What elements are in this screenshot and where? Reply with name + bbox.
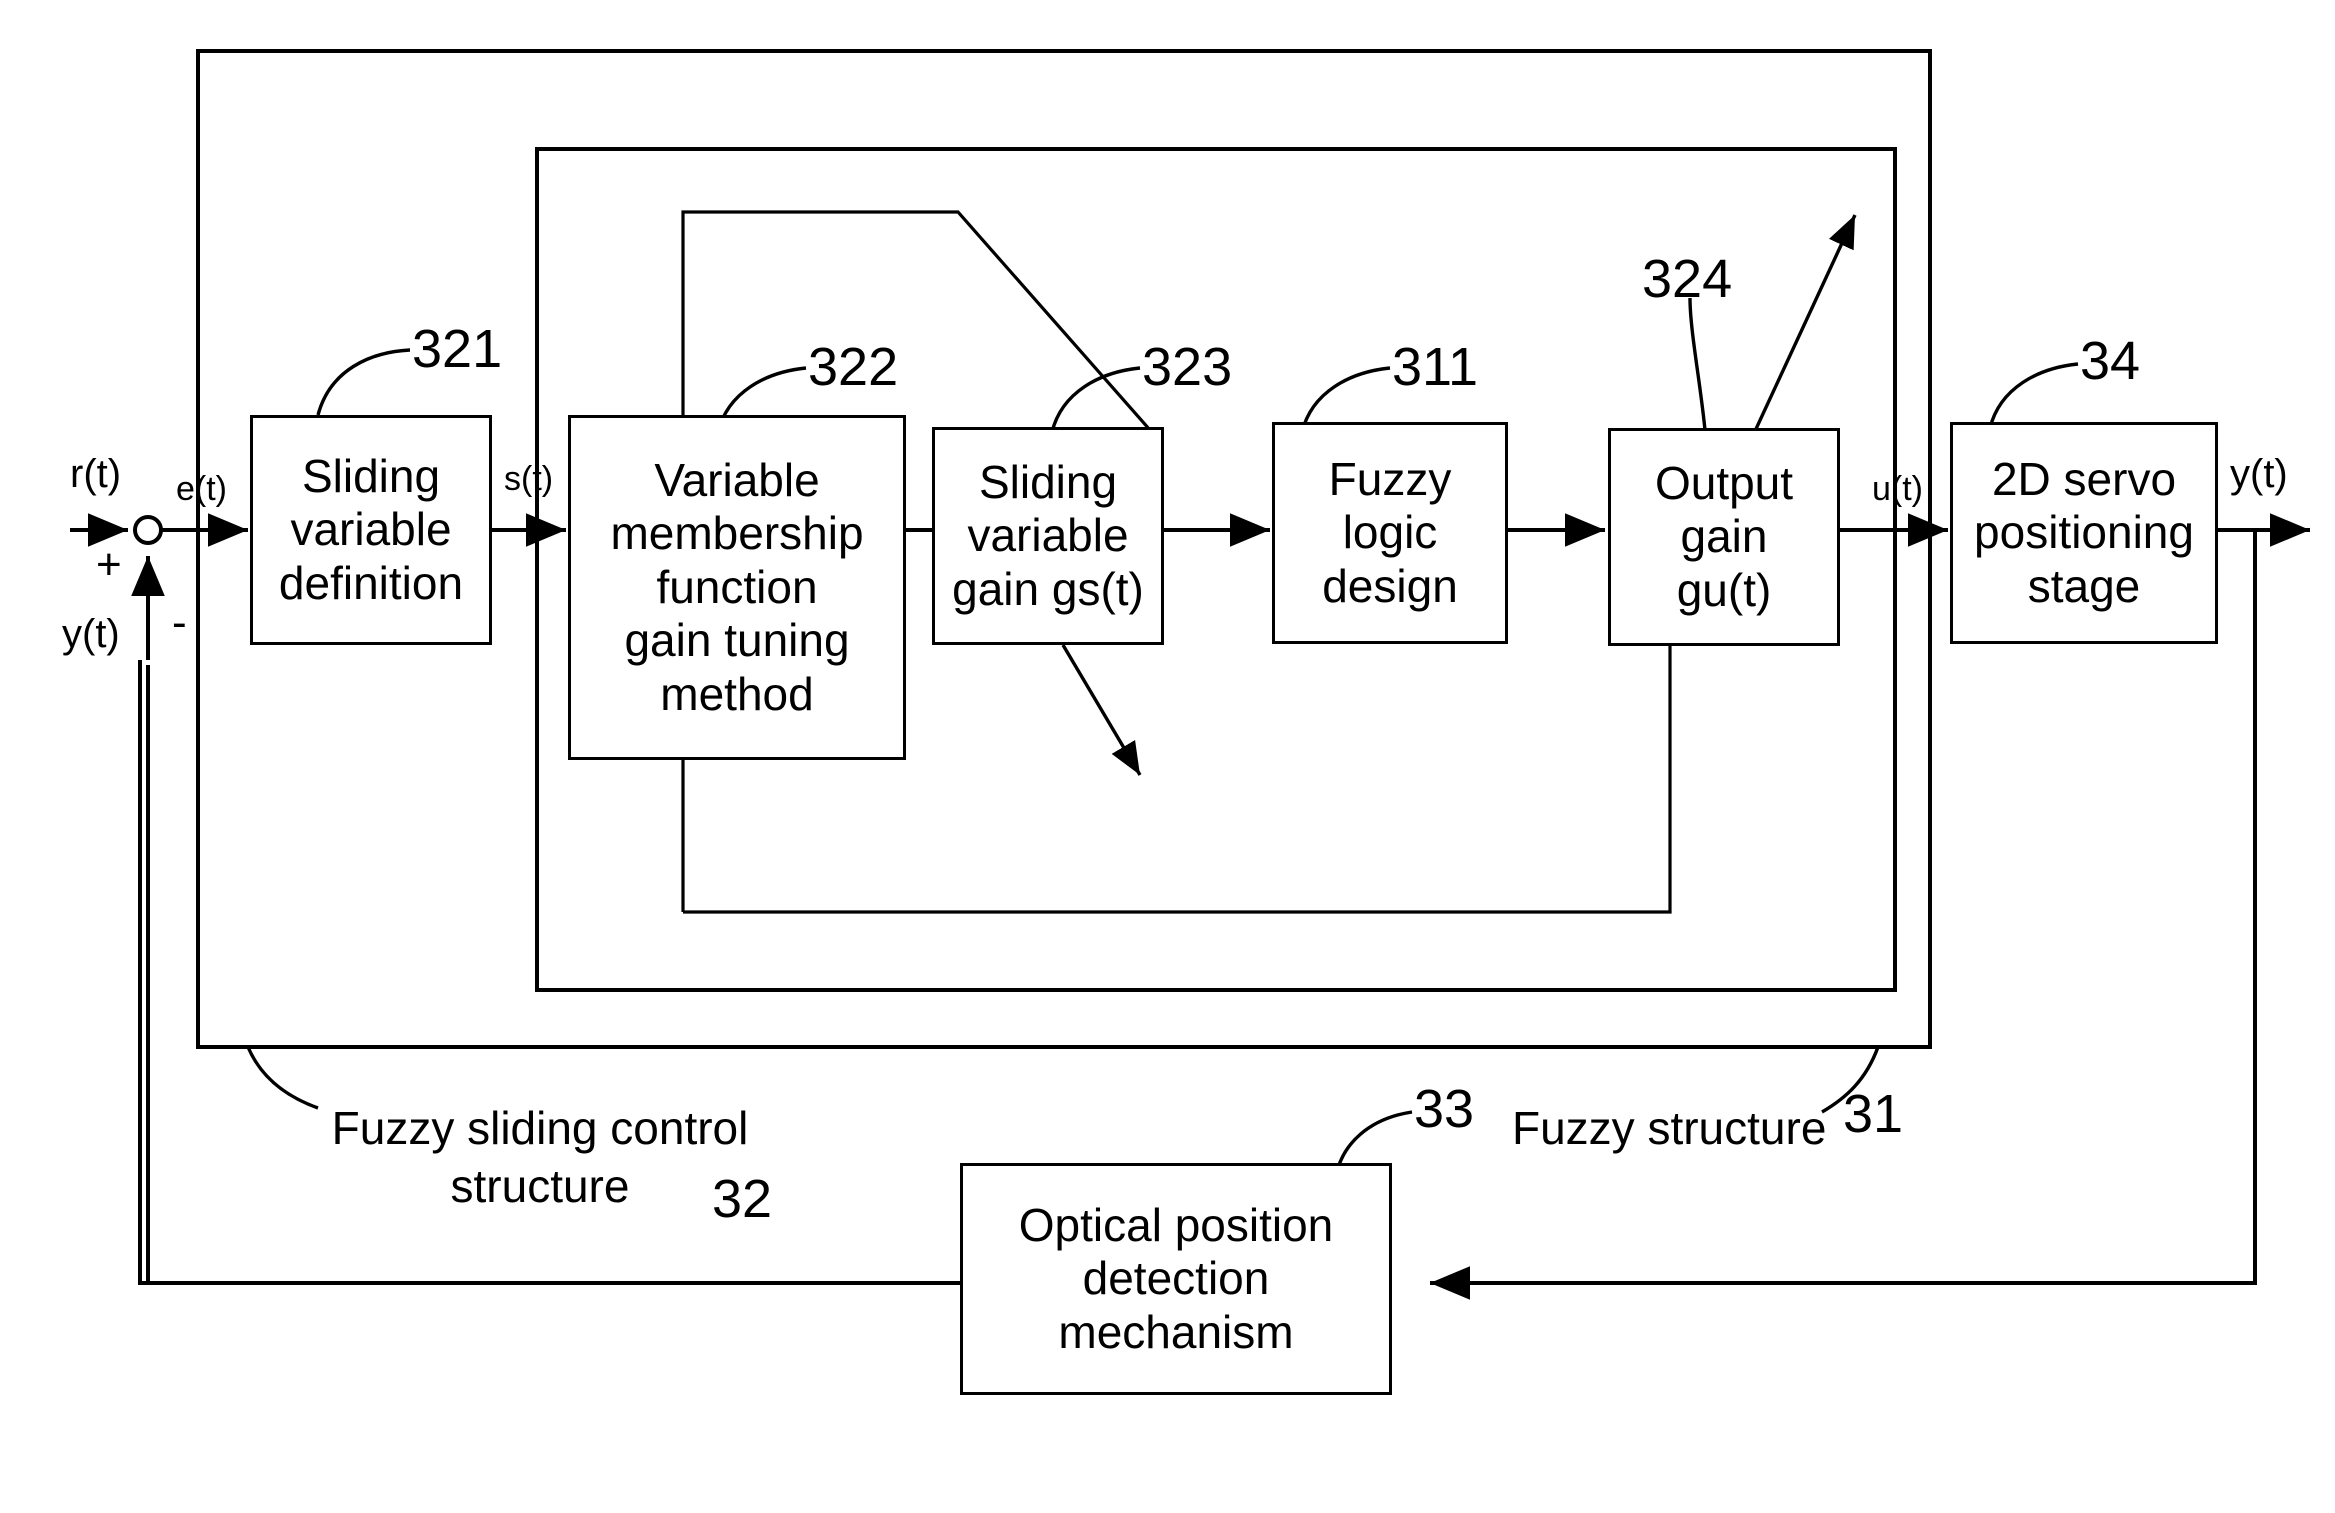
- block-sliding-variable-gain[interactable]: Sliding variable gain gs(t): [932, 427, 1164, 645]
- ref-number-324: 324: [1642, 249, 1733, 309]
- leader-324: [1688, 297, 1707, 431]
- ref-number-322: 322: [808, 337, 899, 397]
- ref-number-31: 31: [1843, 1084, 1904, 1144]
- arrow-323-down: [1061, 644, 1142, 776]
- block-label-optical-position-detection-mechanism: Optical position detection mechanism: [1018, 1198, 1334, 1358]
- ref-number-321: 321: [412, 319, 503, 379]
- block-variable-membership-function-gain-tuning-method[interactable]: Variable membership function gain tuning…: [568, 415, 906, 760]
- block-optical-position-detection-mechanism[interactable]: Optical position detection mechanism: [960, 1163, 1392, 1395]
- block-output-gain[interactable]: Output gain gu(t): [1608, 428, 1840, 646]
- signal-label-minus: -: [172, 598, 187, 647]
- caption-fuzzy-sliding-control-structure: Fuzzy sliding control structure: [331, 1102, 749, 1212]
- summing-junction: [133, 515, 163, 545]
- block-label-variable-membership-function-gain-tuning-method: Variable membership function gain tuning…: [610, 454, 864, 720]
- ref-number-311: 311: [1392, 337, 1479, 397]
- block-fuzzy-logic-design[interactable]: Fuzzy logic design: [1272, 422, 1508, 644]
- block-label-output-gain: Output gain gu(t): [1654, 456, 1794, 616]
- block-label-2d-servo-positioning-stage: 2D servo positioning stage: [1974, 452, 2194, 612]
- leader-323: [1050, 366, 1141, 433]
- leader-34: [1988, 362, 2079, 429]
- signal-label-rt: r(t): [70, 452, 122, 496]
- block-sliding-variable-definition[interactable]: Sliding variable definition: [250, 415, 492, 645]
- block-label-sliding-variable-gain: Sliding variable gain gs(t): [952, 455, 1144, 615]
- signal-label-plus: +: [96, 540, 122, 589]
- ref-number-34: 34: [2080, 331, 2141, 391]
- caption-fuzzy-structure: Fuzzy structure: [1512, 1102, 1827, 1154]
- leader-32: [246, 1046, 319, 1110]
- block-label-sliding-variable-definition: Sliding variable definition: [278, 449, 464, 609]
- signal-label-st: s(t): [504, 460, 554, 498]
- leader-321: [316, 348, 411, 416]
- signal-label-et: e(t): [176, 470, 227, 508]
- signal-label-yt-output: y(t): [2230, 452, 2288, 496]
- block-diagram-canvas: Sliding variable definition Variable mem…: [0, 0, 2335, 1513]
- block-2d-servo-positioning-stage[interactable]: 2D servo positioning stage: [1950, 422, 2218, 644]
- signal-label-ut: u(t): [1872, 470, 1923, 508]
- ref-number-323: 323: [1142, 337, 1233, 397]
- block-label-fuzzy-logic-design: Fuzzy logic design: [1322, 452, 1458, 612]
- ref-number-33: 33: [1414, 1079, 1475, 1139]
- signal-label-yt-feedback: y(t): [62, 612, 120, 656]
